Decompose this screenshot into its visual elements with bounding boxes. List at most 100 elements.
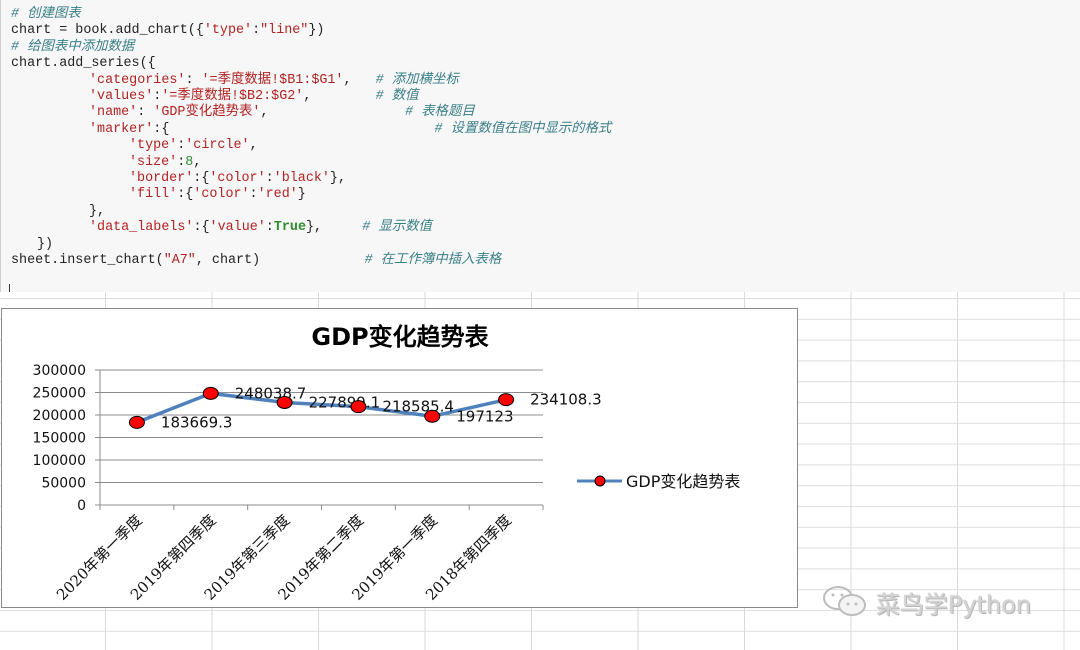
code-token: : bbox=[185, 72, 202, 88]
code-token: 'value' bbox=[209, 220, 266, 236]
code-token: : bbox=[137, 105, 154, 121]
code-token: 'circle' bbox=[185, 138, 250, 154]
legend[interactable]: GDP变化趋势表 bbox=[577, 472, 740, 491]
code-token: 'border' bbox=[129, 171, 194, 186]
code-comment: # 设置数值在图中显示的格式 bbox=[434, 121, 612, 137]
y-tick-label: 200000 bbox=[33, 408, 86, 424]
code-line: 'data_labels':{'value':True}, # 显示数值 bbox=[89, 220, 432, 236]
watermark-text: 菜鸟学Python bbox=[876, 590, 1032, 619]
code-token: True bbox=[273, 220, 306, 236]
code-line: # 给图表中添加数据 bbox=[11, 40, 134, 56]
code-line: }) bbox=[37, 237, 53, 253]
code-cell[interactable]: # 创建图表 chart = book.add_chart({'type':"li… bbox=[0, 0, 1080, 292]
data-point-marker bbox=[350, 400, 367, 414]
wechat-icon bbox=[823, 586, 866, 616]
code-token: } bbox=[297, 187, 306, 203]
y-tick-label: 150000 bbox=[33, 431, 86, 447]
data-point-marker bbox=[202, 386, 219, 400]
code-token: }, bbox=[89, 203, 106, 219]
code-line: 'type':'circle', bbox=[129, 138, 258, 154]
code-token: , bbox=[249, 138, 258, 154]
data-point-marker bbox=[424, 409, 441, 423]
code-token: 'marker' bbox=[89, 121, 154, 137]
code-token: chart = book.add_chart({ bbox=[11, 23, 204, 39]
watermark: 菜鸟学Python bbox=[822, 584, 1031, 620]
chart-title: GDP变化趋势表 bbox=[311, 323, 489, 351]
code-token: '=季度数据!$B2:$G2' bbox=[161, 89, 304, 104]
code-token: "line" bbox=[260, 23, 309, 39]
code-line: 'border':{'color':'black'}, bbox=[129, 171, 346, 187]
code-token: 'values' bbox=[89, 89, 154, 104]
y-tick-label: 100000 bbox=[33, 453, 86, 469]
code-token: : bbox=[249, 187, 258, 203]
code-token: , bbox=[193, 154, 202, 170]
code-token: 'color' bbox=[209, 171, 266, 186]
code-token: 'categories' bbox=[89, 72, 186, 88]
code-line: chart = book.add_chart({'type':"line"}) bbox=[11, 23, 324, 39]
code-token: "A7" bbox=[163, 253, 196, 268]
code-token: : bbox=[265, 220, 274, 236]
code-token: , chart) bbox=[195, 253, 365, 268]
code-token: :{ bbox=[153, 121, 435, 137]
data-point-marker bbox=[128, 415, 145, 429]
code-token: '=季度数据!$B1:$G1' bbox=[201, 72, 344, 88]
code-comment: # 数值 bbox=[375, 89, 419, 104]
code-token: 'size' bbox=[129, 154, 178, 170]
code-token: sheet.insert_chart( bbox=[11, 253, 164, 268]
data-label: 197123 bbox=[456, 407, 513, 425]
code-token: , bbox=[343, 72, 376, 88]
code-comment: # 给图表中添加数据 bbox=[11, 39, 135, 55]
data-point-marker bbox=[498, 393, 515, 407]
y-tick-label: 250000 bbox=[33, 386, 86, 402]
code-token: chart.add_series({ bbox=[11, 56, 156, 72]
y-tick-label: 50000 bbox=[41, 476, 86, 492]
legend-label: GDP变化趋势表 bbox=[626, 472, 740, 491]
data-label: 227899.1 bbox=[309, 393, 381, 411]
code-token: }, bbox=[306, 220, 363, 236]
code-token: }) bbox=[37, 236, 54, 252]
code-token: : bbox=[265, 171, 274, 186]
code-token: 'data_labels' bbox=[89, 220, 194, 236]
code-line: 'marker':{ # 设置数值在图中显示的格式 bbox=[89, 122, 611, 138]
code-comment: # 创建图表 bbox=[11, 7, 81, 22]
code-token: , bbox=[260, 105, 406, 121]
code-token: 'red' bbox=[257, 187, 298, 203]
code-token: 'fill' bbox=[129, 187, 178, 203]
code-token: , bbox=[303, 89, 376, 104]
data-label: 218585.4 bbox=[382, 398, 454, 416]
code-token: :{ bbox=[193, 220, 210, 236]
text-cursor bbox=[9, 284, 10, 292]
code-line: 'values':'=季度数据!$B2:$G2', # 数值 bbox=[89, 89, 419, 105]
code-comment: # 添加横坐标 bbox=[375, 72, 459, 88]
code-token: }, bbox=[329, 171, 346, 186]
code-line: 'categories': '=季度数据!$B1:$G1', # 添加横坐标 bbox=[89, 73, 459, 89]
line-chart: GDP变化趋势表 0 50000 100000 150000 200000 250000 3… bbox=[33, 323, 741, 604]
code-line: 'size':8, bbox=[129, 155, 201, 171]
code-line: sheet.insert_chart("A7", chart) # 在工作簿中插… bbox=[11, 253, 501, 269]
code-token: 'name' bbox=[89, 105, 138, 121]
code-line: 'name': 'GDP变化趋势表', # 表格题目 bbox=[89, 105, 475, 121]
code-comment: # 表格题目 bbox=[405, 105, 475, 121]
data-label: 183669.3 bbox=[161, 413, 233, 431]
code-comment: # 显示数值 bbox=[362, 220, 432, 236]
code-line: }, bbox=[89, 204, 105, 220]
code-token: 'type' bbox=[203, 23, 253, 39]
code-token: :{ bbox=[177, 187, 194, 203]
data-label: 248038.7 bbox=[235, 384, 307, 402]
code-token: 'black' bbox=[273, 171, 330, 186]
code-line: chart.add_series({ bbox=[11, 56, 156, 72]
series-gdp: 183669.3248038.7227899.1 218585.4197123 23… bbox=[128, 384, 602, 431]
code-token: : bbox=[252, 23, 261, 39]
code-token: 'color' bbox=[193, 187, 250, 203]
code-line: # 创建图表 bbox=[11, 7, 81, 23]
chart-object[interactable]: GDP变化趋势表 0 50000 100000 150000 200000 250000 3… bbox=[1, 308, 798, 608]
code-comment: # 在工作簿中插入表格 bbox=[364, 253, 502, 268]
data-label: 234108.3 bbox=[530, 391, 602, 409]
code-line: 'fill':{'color':'red'} bbox=[129, 187, 306, 203]
data-point-marker bbox=[276, 395, 293, 409]
y-tick-label: 300000 bbox=[33, 363, 86, 379]
y-tick-label: 0 bbox=[77, 498, 86, 514]
code-token: }) bbox=[308, 23, 325, 39]
code-token: :{ bbox=[193, 171, 210, 186]
code-token: 'type' bbox=[129, 138, 178, 154]
